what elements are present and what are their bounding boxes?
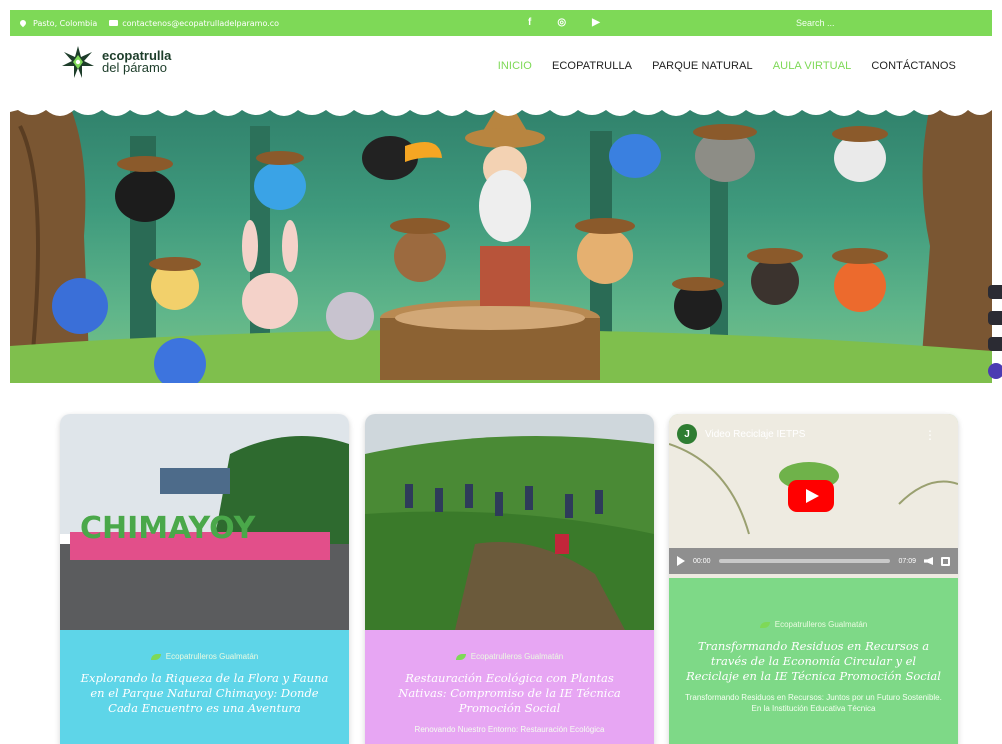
leaf-icon [759, 621, 770, 628]
chimayoy-photo: CHIMAYOY [60, 414, 349, 630]
site-logo[interactable]: ecopatrulla del páramo [62, 46, 171, 78]
video-title[interactable]: Video Reciclaje IETPS [705, 429, 805, 440]
page: Pasto, Colombia contactenos@ecopatrullad… [0, 0, 1002, 744]
post-body: Ecopatrulleros Gualmatán Restauración Ec… [365, 630, 654, 744]
video-controls: 00:00 07:09 [669, 548, 958, 574]
post-category[interactable]: Ecopatrulleros Gualmatán [685, 620, 942, 629]
post-card[interactable]: Ecopatrulleros Gualmatán Restauración Ec… [365, 414, 654, 744]
mail-icon [109, 20, 119, 26]
post-excerpt: Renovando Nuestro Entorno: Restauración … [414, 725, 605, 734]
post-category[interactable]: Ecopatrulleros Gualmatán [381, 652, 638, 661]
nav-contactanos[interactable]: CONTÁCTANOS [871, 60, 956, 72]
nav-ecopatrulla[interactable]: ECOPATRULLA [552, 60, 632, 72]
chimayoy-sign-text: CHIMAYOY [80, 511, 257, 546]
nav-inicio[interactable]: INICIO [498, 60, 532, 72]
chat-widget-icon[interactable] [988, 363, 1002, 379]
current-time: 00:00 [693, 557, 711, 565]
logo-line2: del páramo [102, 60, 168, 75]
search-input[interactable] [796, 13, 976, 33]
side-widgets [988, 285, 1002, 379]
post-title[interactable]: Explorando la Riqueza de la Flora y Faun… [76, 671, 333, 716]
post-card[interactable]: J Video Reciclaje IETPS ⋮ 00:00 07:09 Ec… [669, 414, 958, 744]
post-title[interactable]: Transformando Residuos en Recursos a tra… [685, 639, 942, 684]
video-embed[interactable]: J Video Reciclaje IETPS ⋮ 00:00 07:09 [669, 414, 958, 578]
post-body: Ecopatrulleros Gualmatán Explorando la R… [60, 630, 349, 744]
side-widget-1[interactable] [988, 285, 1002, 299]
facebook-icon[interactable]: f [528, 17, 531, 28]
post-category[interactable]: Ecopatrulleros Gualmatán [76, 652, 333, 661]
top-bar: Pasto, Colombia contactenos@ecopatrullad… [10, 10, 992, 36]
post-title[interactable]: Restauración Ecológica con Plantas Nativ… [381, 671, 638, 716]
hero-banner [10, 96, 992, 383]
leaf-icon [150, 653, 161, 660]
video-menu-icon[interactable]: ⋮ [924, 428, 936, 442]
post-image[interactable]: CHIMAYOY [60, 414, 349, 630]
youtube-icon[interactable]: ▶ [592, 17, 600, 28]
email-link[interactable]: contactenos@ecopatrulladelparamo.co [122, 19, 279, 28]
site-header: ecopatrulla del páramo INICIO ECOPATRULL… [10, 36, 992, 98]
leaf-icon [455, 653, 466, 660]
location-text: Pasto, Colombia [33, 18, 98, 28]
youtube-play-button[interactable] [788, 480, 834, 512]
channel-avatar[interactable]: J [677, 424, 697, 444]
category-label: Ecopatrulleros Gualmatán [774, 620, 868, 629]
volume-icon[interactable] [924, 557, 933, 565]
location-pin-icon [18, 18, 28, 28]
nav-parque-natural[interactable]: PARQUE NATURAL [652, 60, 753, 72]
hero-illustration [10, 96, 992, 383]
side-widget-2[interactable] [988, 311, 1002, 325]
post-image[interactable] [365, 414, 654, 630]
progress-bar[interactable] [718, 559, 891, 563]
nav-aula-virtual[interactable]: AULA VIRTUAL [773, 60, 852, 72]
post-body: Ecopatrulleros Gualmatán Transformando R… [669, 602, 958, 744]
instagram-icon[interactable]: ◎ [557, 17, 566, 28]
play-icon[interactable] [677, 556, 685, 566]
social-links: f ◎ ▶ [528, 17, 600, 28]
contact-info: Pasto, Colombia contactenos@ecopatrullad… [18, 18, 279, 28]
duration: 07:09 [898, 557, 916, 565]
category-label: Ecopatrulleros Gualmatán [165, 652, 259, 661]
video-header: J Video Reciclaje IETPS [677, 424, 805, 444]
restoration-photo [365, 414, 654, 630]
main-nav: INICIO ECOPATRULLA PARQUE NATURAL AULA V… [498, 60, 956, 72]
fullscreen-icon[interactable] [941, 556, 950, 566]
category-label: Ecopatrulleros Gualmatán [470, 652, 564, 661]
post-card[interactable]: CHIMAYOY Ecopatrulleros Gualmatán Explor… [60, 414, 349, 744]
side-widget-3[interactable] [988, 337, 1002, 351]
logo-star-icon [62, 46, 94, 78]
post-excerpt: Transformando Residuos en Recursos: Junt… [685, 693, 942, 713]
